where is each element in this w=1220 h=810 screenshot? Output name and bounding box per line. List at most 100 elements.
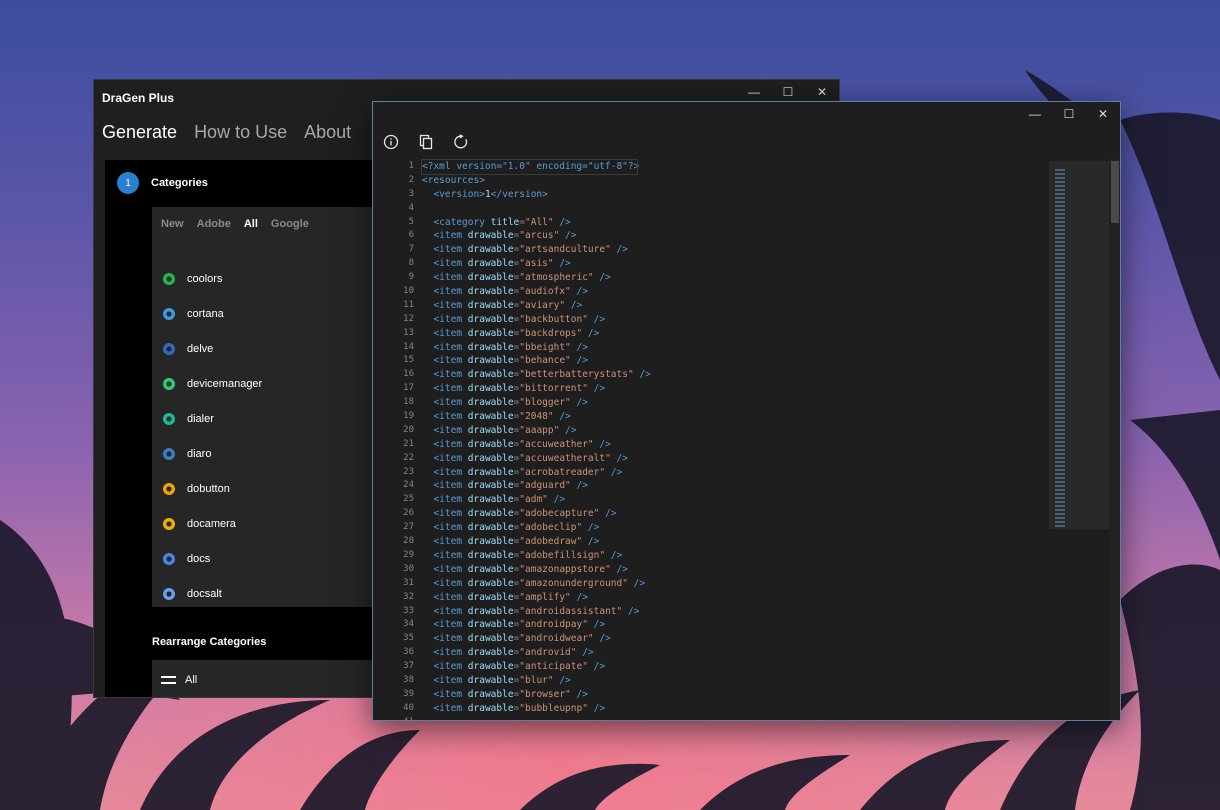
code-token: <item (433, 230, 468, 242)
category-item[interactable]: diaro (161, 436, 262, 471)
minimap-line (1055, 225, 1065, 227)
code-minimap[interactable] (1049, 161, 1109, 529)
minimap-line (1055, 233, 1065, 235)
xml-attr-value: "All" (525, 216, 554, 228)
minimap-line (1055, 385, 1065, 387)
category-tab-google[interactable]: Google (271, 218, 309, 230)
minimap-line (1055, 501, 1065, 503)
xml-attr-value: "accuweather" (519, 438, 594, 450)
minimap-line (1055, 381, 1065, 383)
code-token: <item (433, 244, 468, 256)
category-tab-adobe[interactable]: Adobe (197, 218, 231, 230)
code-token: <item (433, 688, 468, 700)
category-item[interactable]: docsalt (161, 576, 262, 611)
editor-scroll-thumb[interactable] (1111, 161, 1119, 223)
code-token: <item (433, 674, 468, 686)
tab-generate[interactable]: Generate (102, 122, 177, 143)
drag-handle-icon[interactable] (161, 676, 176, 684)
minimap-line (1055, 465, 1065, 467)
code-line: <item drawable="blur" /> (422, 674, 1042, 688)
minimap-line (1055, 329, 1065, 331)
xml-attr-value: "amazonunderground" (519, 577, 628, 589)
code-line: <item drawable="androidassistant" /> (422, 605, 1042, 619)
minimap-line (1055, 337, 1065, 339)
xml-attr-value: "adguard" (519, 480, 571, 492)
line-number: 31 (403, 577, 414, 588)
code-token: drawable (467, 452, 514, 464)
line-number: 29 (403, 549, 414, 560)
code-editor[interactable]: 1 2 3 4 5 6 7 8 9 10 11 12 13 14 15 16 17 18 19 20 21 22 23 24 2… (373, 159, 1120, 720)
info-button[interactable] (381, 132, 401, 152)
editor-scrollbar[interactable] (1109, 159, 1120, 720)
minimap-line (1055, 201, 1065, 203)
minimap-line (1055, 345, 1065, 347)
xml-attr-value: "browser" (519, 688, 571, 700)
code-token: /> (605, 549, 623, 561)
line-number: 25 (403, 494, 414, 505)
category-item[interactable]: devicemanager (161, 366, 262, 401)
minimize-button[interactable]: — (1018, 102, 1052, 126)
code-token: <item (433, 661, 468, 673)
minimap-line (1055, 305, 1065, 307)
category-item[interactable]: dobutton (161, 471, 262, 506)
minimap-line (1055, 241, 1065, 243)
code-token: /> (582, 522, 600, 534)
category-item[interactable]: cortana (161, 296, 262, 331)
category-item[interactable]: coolors (161, 261, 262, 296)
minimap-line (1055, 257, 1065, 259)
minimap-line (1055, 369, 1065, 371)
minimap-line (1055, 445, 1065, 447)
line-number: 11 (403, 299, 414, 310)
code-token: /> (570, 286, 588, 298)
code-token: drawable (467, 702, 514, 714)
minimap-line (1055, 189, 1065, 191)
code-token: /> (627, 577, 646, 589)
tab-how-to-use[interactable]: How to Use (194, 122, 287, 143)
line-number: 10 (403, 286, 414, 297)
xml-attr-value: "adobedraw" (519, 536, 583, 548)
close-button[interactable]: ✕ (1086, 102, 1120, 126)
category-item[interactable]: docs (161, 541, 262, 576)
code-token: <item (433, 633, 468, 645)
code-token: drawable (467, 494, 514, 506)
code-token: <item (433, 591, 468, 603)
code-token: <item (433, 383, 468, 395)
main-nav: Generate How to Use About (102, 122, 351, 143)
code-token: drawable (467, 674, 514, 686)
copy-button[interactable] (416, 132, 436, 152)
code-token: drawable (467, 411, 514, 423)
code-token: /> (559, 230, 577, 242)
code-line: <item drawable="amazonappstore" /> (422, 563, 1042, 577)
tab-about[interactable]: About (304, 122, 351, 143)
minimap-line (1055, 353, 1065, 355)
code-token: drawable (467, 355, 514, 367)
minimap-line (1055, 453, 1065, 455)
rearrange-item-all[interactable]: All (152, 660, 382, 697)
category-label: docamera (187, 517, 236, 530)
xml-viewer-window: — ☐ ✕ 1 2 3 4 5 6 7 8 9 10 11 12 13 14 15 16 1 (372, 101, 1121, 721)
category-label: docs (187, 552, 211, 565)
code-token: /> (582, 536, 600, 548)
minimap-line (1055, 401, 1065, 403)
line-number: 40 (403, 702, 414, 713)
xml-attr-value: "accuweatheralt" (519, 452, 611, 464)
line-number: 17 (403, 383, 414, 394)
code-token: <item (433, 272, 468, 284)
code-token: drawable (467, 661, 514, 673)
refresh-button[interactable] (451, 132, 471, 152)
category-item[interactable]: docamera (161, 506, 262, 541)
minimap-line (1055, 209, 1065, 211)
xml-attr-value: "backbutton" (519, 313, 588, 325)
maximize-button[interactable]: ☐ (1052, 102, 1086, 126)
minimap-line (1055, 205, 1065, 207)
minimap-line (1055, 373, 1065, 375)
code-line: <item drawable="browser" /> (422, 688, 1042, 702)
category-item[interactable]: delve (161, 331, 262, 366)
code-token: /> (570, 397, 588, 409)
minimap-line (1055, 421, 1065, 423)
category-tab-all[interactable]: All (244, 218, 258, 230)
minimap-line (1055, 349, 1065, 351)
category-tab-new[interactable]: New (161, 218, 184, 230)
category-item[interactable]: dialer (161, 401, 262, 436)
